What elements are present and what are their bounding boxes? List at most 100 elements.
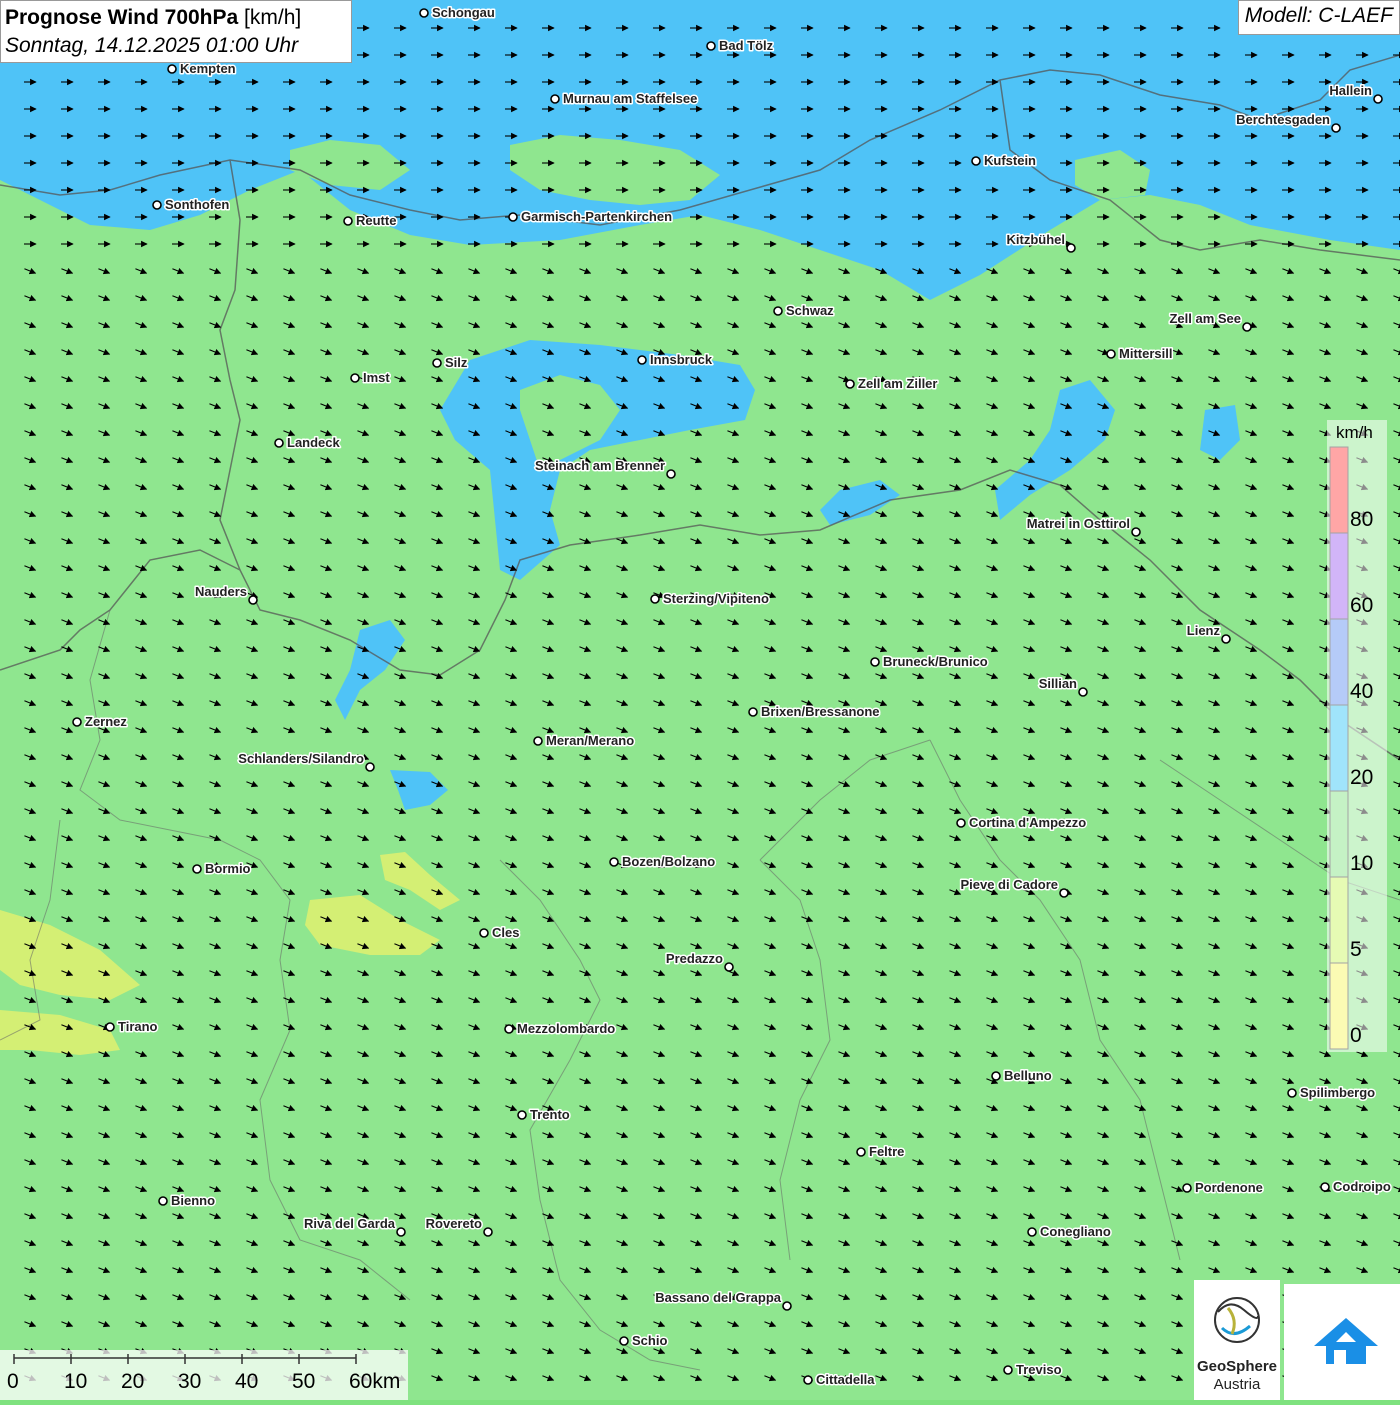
- city-label: Kempten: [180, 61, 236, 76]
- city-marker[interactable]: Zell am Ziller: [845, 375, 939, 393]
- city-label: Innsbruck: [650, 352, 713, 367]
- city-dot: [192, 864, 202, 874]
- city-label: Kitzbühel: [1007, 232, 1066, 247]
- city-label: Trento: [530, 1107, 570, 1122]
- city-label: Garmisch-Partenkirchen: [521, 209, 672, 224]
- legend-label: 5: [1350, 938, 1362, 961]
- scale-label: 10: [64, 1370, 88, 1393]
- city-label: Riva del Garda: [304, 1216, 396, 1231]
- city-dot: [956, 818, 966, 828]
- city-dot: [748, 707, 758, 717]
- city-label: Imst: [363, 370, 390, 385]
- city-marker[interactable]: Bruneck/Brunico: [870, 653, 989, 671]
- wind-map[interactable]: Schongau Bad Tölz Kempten Murnau am Staffel…: [0, 0, 1400, 1400]
- city-label: Reutte: [356, 213, 396, 228]
- geosphere-name: GeoSphere: [1196, 1358, 1278, 1375]
- city-dot: [1059, 888, 1069, 898]
- city-label: Sterzing/Vipiteno: [663, 591, 769, 606]
- city-marker[interactable]: Pordenone: [1182, 1179, 1264, 1197]
- city-dot: [343, 216, 353, 226]
- city-dot: [105, 1022, 115, 1032]
- city-dot: [419, 8, 429, 18]
- city-marker[interactable]: Meran/Merano: [533, 732, 636, 750]
- city-dot: [396, 1227, 406, 1237]
- city-label: Landeck: [287, 435, 341, 450]
- geosphere-emblem-icon: [1214, 1297, 1260, 1343]
- city-label: Feltre: [869, 1144, 904, 1159]
- scale-bar-graphic: [13, 1354, 357, 1364]
- scale-label: 50: [292, 1370, 316, 1393]
- city-label: Meran/Merano: [546, 733, 634, 748]
- city-label: Steinach am Brenner: [535, 458, 665, 473]
- scale-label: 0: [7, 1370, 19, 1393]
- city-dot: [1221, 634, 1231, 644]
- city-dot: [724, 962, 734, 972]
- city-marker[interactable]: Garmisch-Partenkirchen: [508, 208, 674, 226]
- city-label: Bienno: [171, 1193, 215, 1208]
- legend-label: 60: [1350, 594, 1374, 617]
- city-marker[interactable]: Conegliano: [1027, 1223, 1112, 1241]
- city-label: Murnau am Staffelsee: [563, 91, 697, 106]
- city-label: Spilimbergo: [1300, 1085, 1375, 1100]
- city-marker[interactable]: Murnau am Staffelsee: [550, 90, 699, 108]
- city-label: Berchtesgaden: [1236, 112, 1330, 127]
- city-dot: [803, 1375, 813, 1385]
- city-label: Zell am See: [1169, 311, 1241, 326]
- city-marker[interactable]: Schongau: [419, 4, 496, 22]
- city-label: Bassano del Grappa: [655, 1290, 781, 1305]
- city-label: Belluno: [1004, 1068, 1052, 1083]
- city-dot: [856, 1147, 866, 1157]
- city-label: Cittadella: [816, 1372, 875, 1387]
- city-dot: [666, 469, 676, 479]
- city-dot: [870, 657, 880, 667]
- city-marker[interactable]: Mezzolombardo: [504, 1020, 617, 1038]
- city-dot: [1003, 1365, 1013, 1375]
- city-dot: [533, 736, 543, 746]
- city-dot: [1242, 322, 1252, 332]
- city-marker[interactable]: Brixen/Bressanone: [748, 703, 881, 721]
- city-dot: [1066, 243, 1076, 253]
- city-label: Mezzolombardo: [517, 1021, 615, 1036]
- city-label: Silz: [445, 355, 468, 370]
- title-box: Prognose Wind 700hPa [km/h] Sonntag, 14.…: [0, 0, 352, 63]
- page-title: Prognose Wind 700hPa [km/h]: [5, 4, 347, 32]
- city-marker[interactable]: Cortina d'Ampezzo: [956, 814, 1088, 832]
- city-dot: [1106, 349, 1116, 359]
- city-dot: [1027, 1227, 1037, 1237]
- city-marker[interactable]: Spilimbergo: [1287, 1084, 1377, 1102]
- legend-unit: km/h: [1336, 423, 1373, 442]
- scale-bar: [0, 1350, 408, 1400]
- city-dot: [504, 1024, 514, 1034]
- city-dot: [365, 762, 375, 772]
- city-marker[interactable]: Innsbruck: [637, 351, 714, 369]
- city-dot: [550, 94, 560, 104]
- city-dot: [1320, 1182, 1330, 1192]
- city-label: Lienz: [1187, 623, 1221, 638]
- legend-label: 10: [1350, 852, 1374, 875]
- city-dot: [773, 306, 783, 316]
- city-label: Bad Tölz: [719, 38, 774, 53]
- city-label: Schwaz: [786, 303, 834, 318]
- city-dot: [991, 1071, 1001, 1081]
- geosphere-logo[interactable]: GeoSphere Austria: [1194, 1280, 1280, 1400]
- city-label: Brixen/Bressanone: [761, 704, 880, 719]
- wetter-logo[interactable]: [1284, 1284, 1400, 1400]
- city-label: Bozen/Bolzano: [622, 854, 715, 869]
- city-label: Sillian: [1039, 676, 1077, 691]
- city-label: Conegliano: [1040, 1224, 1111, 1239]
- scale-label: 30: [178, 1370, 202, 1393]
- city-marker[interactable]: Sterzing/Vipiteno: [650, 590, 770, 608]
- city-dot: [1373, 94, 1383, 104]
- city-marker[interactable]: Sonthofen: [152, 196, 231, 214]
- scale-label: 60km: [349, 1370, 401, 1393]
- city-dot: [350, 373, 360, 383]
- city-label: Sonthofen: [165, 197, 229, 212]
- city-dot: [508, 212, 518, 222]
- city-dot: [971, 156, 981, 166]
- city-dot: [1182, 1183, 1192, 1193]
- city-label: Schongau: [432, 5, 495, 20]
- city-label: Rovereto: [426, 1216, 482, 1231]
- city-label: Codroipo: [1333, 1179, 1391, 1194]
- cloud-arrow-icon: [1314, 1318, 1378, 1364]
- city-marker[interactable]: Bozen/Bolzano: [609, 853, 717, 871]
